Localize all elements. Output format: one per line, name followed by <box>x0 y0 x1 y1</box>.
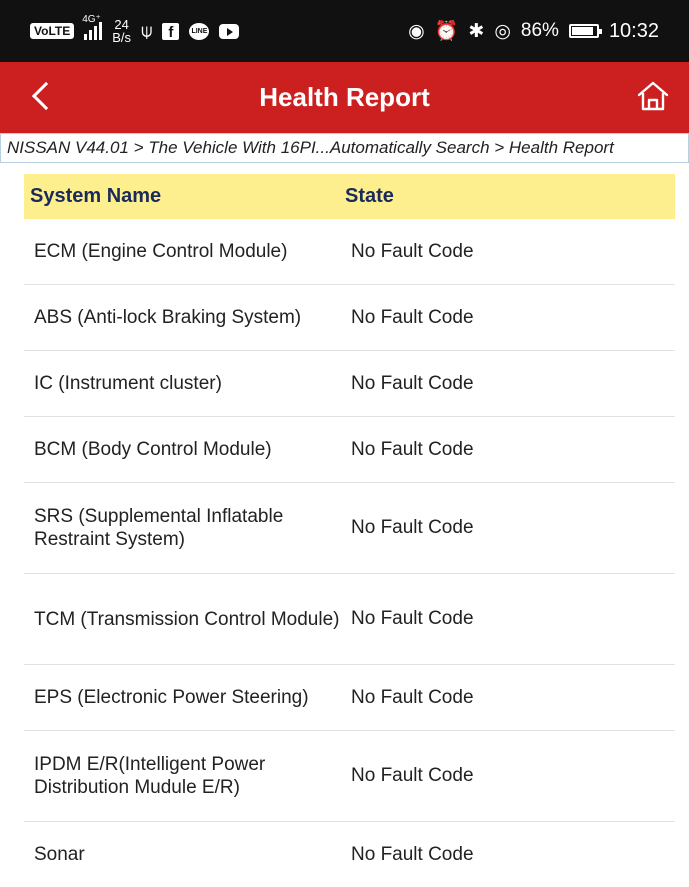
usb-icon: ⍦ <box>141 20 153 42</box>
system-name: ECM (Engine Control Module) <box>34 241 288 262</box>
alarm-icon: ⏰ <box>434 20 459 42</box>
system-state: No Fault Code <box>351 686 474 708</box>
system-name: Sonar <box>34 844 85 865</box>
line-icon: LINE <box>189 22 210 40</box>
volte-icon: VoLTE <box>30 23 75 39</box>
table-row: TCM (Transmission Control Module) No Fau… <box>24 574 675 665</box>
table-row: SRS (Supplemental Inflatable Restraint S… <box>24 483 675 574</box>
system-name: BCM (Body Control Module) <box>34 439 272 460</box>
column-header-state: State <box>345 185 394 207</box>
status-bar: VoLTE 4G⁺ 24 B/s ⍦ f LINE ◉ ⏰ ✱ ◎ 86% 10… <box>0 0 689 62</box>
table-row: IPDM E/R(Intelligent Power Distribution … <box>24 731 675 822</box>
breadcrumb: NISSAN V44.01 > The Vehicle With 16PI...… <box>0 133 689 163</box>
table-row: ECM (Engine Control Module) No Fault Cod… <box>24 219 675 285</box>
youtube-icon <box>219 23 240 39</box>
system-state: No Fault Code <box>351 765 474 786</box>
network-speed: 24 B/s <box>112 18 131 44</box>
system-state: No Fault Code <box>351 843 474 865</box>
system-state: No Fault Code <box>351 240 474 262</box>
home-button[interactable] <box>635 78 671 114</box>
bluetooth-icon: ✱ <box>468 20 485 42</box>
table-row: EPS (Electronic Power Steering) No Fault… <box>24 665 675 731</box>
page-title: Health Report <box>259 82 430 112</box>
table-header: System Name State <box>24 174 675 219</box>
facebook-icon: f <box>162 22 180 41</box>
home-icon <box>637 81 669 111</box>
system-name: ABS (Anti-lock Braking System) <box>34 307 302 328</box>
system-name: IC (Instrument cluster) <box>34 373 222 394</box>
eye-icon: ◉ <box>408 20 425 42</box>
table-row: BCM (Body Control Module) No Fault Code <box>24 417 675 483</box>
system-state: No Fault Code <box>351 372 474 394</box>
status-bar-left: VoLTE 4G⁺ 24 B/s ⍦ f LINE <box>30 14 240 44</box>
system-name: TCM (Transmission Control Module) <box>34 608 340 630</box>
clock: 10:32 <box>608 19 659 42</box>
system-state: No Fault Code <box>351 306 474 328</box>
table-row: IC (Instrument cluster) No Fault Code <box>24 351 675 417</box>
system-name: EPS (Electronic Power Steering) <box>34 687 309 708</box>
system-state: No Fault Code <box>351 517 474 538</box>
battery-icon <box>568 24 602 38</box>
health-report-table: System Name State ECM (Engine Control Mo… <box>24 174 675 887</box>
system-name: SRS (Supplemental Inflatable Restraint S… <box>34 506 284 550</box>
signal-icon: 4G⁺ <box>82 14 103 40</box>
status-bar-right: ◉ ⏰ ✱ ◎ 86% 10:32 <box>408 20 659 43</box>
system-name: IPDM E/R(Intelligent Power Distribution … <box>34 754 266 798</box>
system-state: No Fault Code <box>351 608 474 629</box>
location-icon: ◎ <box>494 20 511 42</box>
column-header-system-name: System Name <box>30 185 162 207</box>
table-row: Sonar No Fault Code <box>24 822 675 887</box>
system-state: No Fault Code <box>351 438 474 460</box>
network-speed-unit: B/s <box>112 30 132 45</box>
network-type: 4G⁺ <box>82 14 101 25</box>
app-bar: Health Report <box>0 62 689 133</box>
table-row: ABS (Anti-lock Braking System) No Fault … <box>24 285 675 351</box>
battery-percent: 86% <box>520 20 559 41</box>
